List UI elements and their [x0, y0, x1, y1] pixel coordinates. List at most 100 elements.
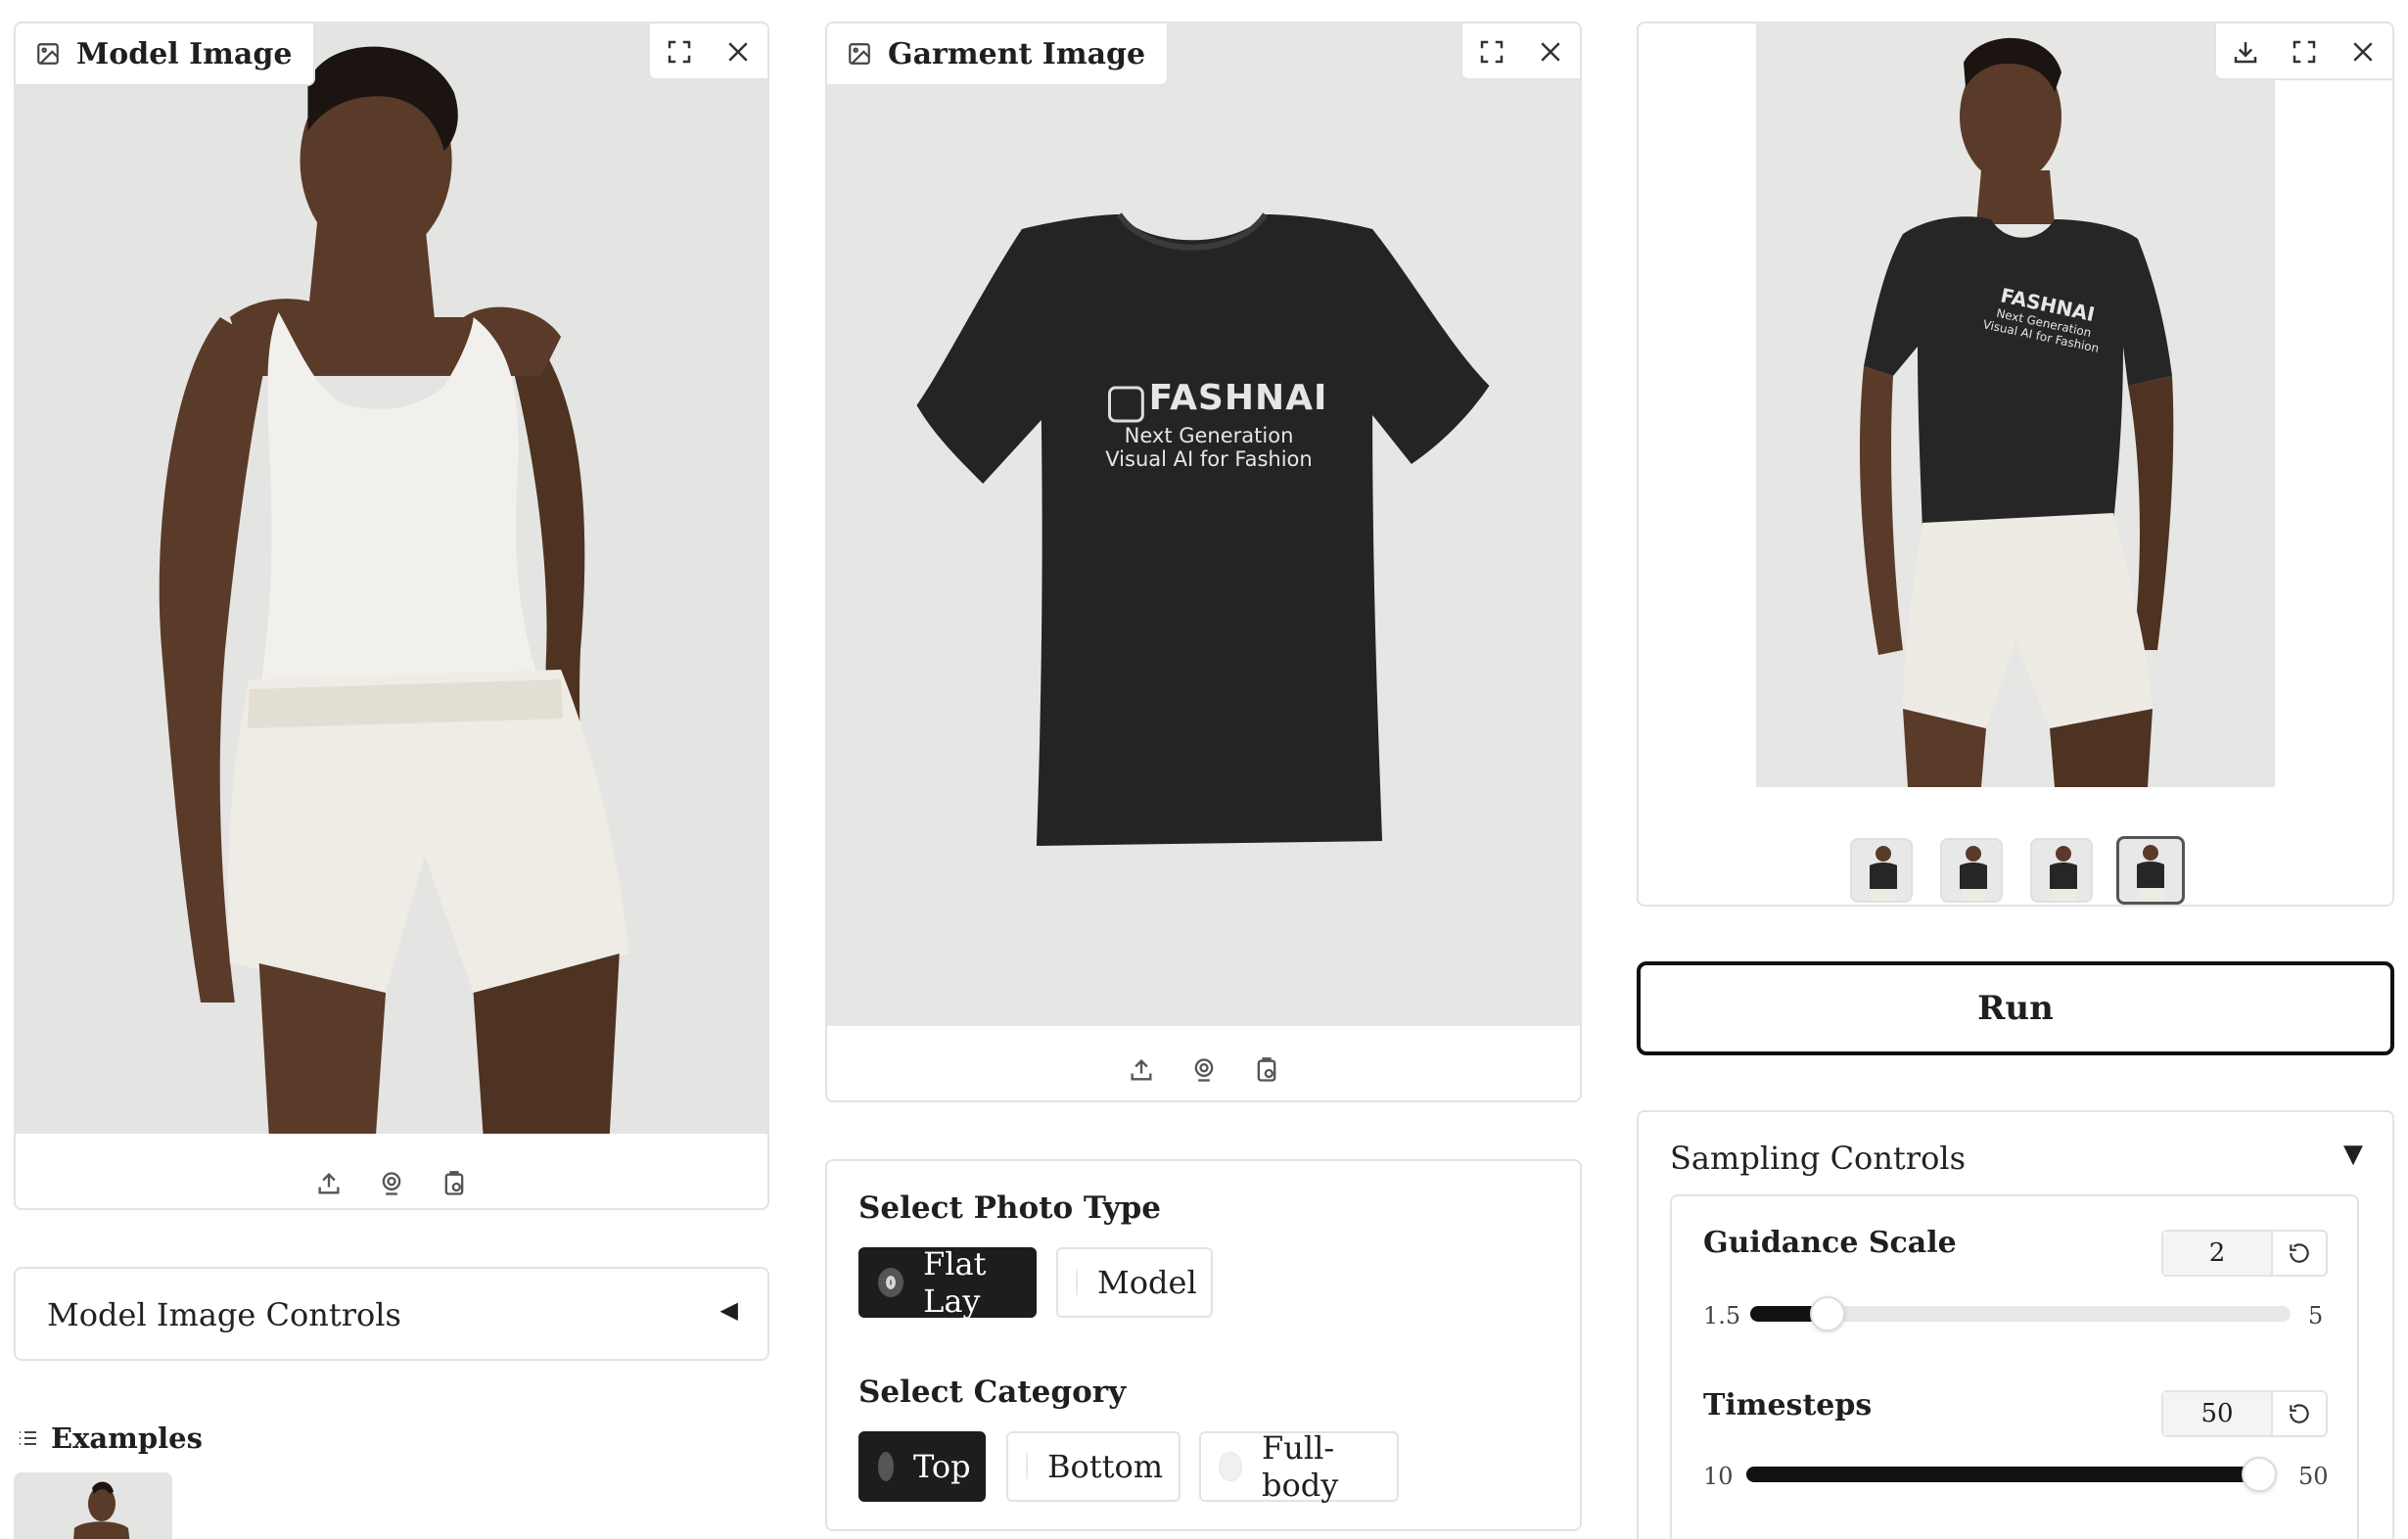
run-button-label: Run [1977, 989, 2054, 1028]
examples-header: Examples [16, 1422, 203, 1455]
model-image-source-bar [16, 1169, 767, 1198]
output-photo [1756, 23, 2275, 787]
shirt-line-1: Next Generation [1124, 424, 1294, 447]
reset-icon [2290, 1243, 2309, 1263]
garment-image-preview[interactable]: FASHNAI Next Generation Visual AI for Fa… [827, 23, 1580, 1026]
fullscreen-icon [668, 40, 691, 64]
fullscreen-icon [2292, 40, 2316, 64]
output-thumbnail[interactable] [1850, 838, 1913, 903]
shirt-brand: FASHNAI [1148, 378, 1328, 418]
clear-image-button[interactable] [1521, 23, 1580, 80]
category-top-label: Top [913, 1448, 971, 1485]
model-image-actions [648, 23, 767, 80]
webcam-icon [382, 1172, 401, 1195]
photo-type-flat-lay-label: Flat Lay [923, 1245, 987, 1320]
fullscreen-button[interactable] [2275, 23, 2334, 80]
category-full-body[interactable]: Full-body [1199, 1429, 1399, 1504]
model-image-preview[interactable] [16, 23, 767, 1134]
radio-dot [1026, 1452, 1028, 1481]
category-full-body-label: Full-body [1262, 1429, 1339, 1504]
output-thumbnail-selected[interactable] [2116, 836, 2185, 905]
close-icon [1541, 42, 1560, 62]
guidance-scale-slider[interactable] [1750, 1296, 2291, 1331]
guidance-min-label: 1.5 [1703, 1302, 1741, 1329]
guidance-scale-label: Guidance Scale [1703, 1226, 1957, 1260]
radio-dot [1076, 1268, 1078, 1297]
shirt-print: FASHNAI Next Generation Visual AI for Fa… [1062, 378, 1356, 471]
garment-image-actions [1460, 23, 1580, 80]
thumbnail-photo [1960, 846, 1987, 901]
clear-image-button[interactable] [709, 23, 767, 80]
output-image-preview[interactable]: FASHNAI Next Generation Visual AI for Fa… [1756, 23, 2275, 787]
upload-icon [1131, 1059, 1151, 1081]
slider-handle[interactable] [2242, 1457, 2277, 1492]
guidance-scale-input[interactable]: 2 [2161, 1230, 2328, 1277]
fullscreen-button[interactable] [1462, 23, 1521, 80]
model-image-panel: Model Image [14, 22, 769, 1210]
timesteps-label: Timesteps [1703, 1388, 1873, 1422]
garment-image-label: Garment Image [827, 23, 1170, 86]
thumbnail-photo [2137, 845, 2164, 902]
garment-image-title: Garment Image [888, 36, 1146, 71]
model-image-controls-accordion[interactable]: Model Image Controls ◀ [14, 1267, 769, 1361]
output-thumbnail[interactable] [1940, 838, 2003, 903]
guidance-max-label: 5 [2308, 1302, 2324, 1329]
model-image-controls-title: Model Image Controls [47, 1296, 401, 1333]
close-button[interactable] [2334, 23, 2392, 80]
webcam-icon [1194, 1058, 1213, 1082]
guidance-scale-value[interactable]: 2 [2163, 1232, 2273, 1275]
clipboard-button[interactable] [440, 1169, 469, 1198]
radio-dot [1219, 1452, 1243, 1481]
output-thumbnail[interactable] [2030, 838, 2093, 903]
webcam-button[interactable] [377, 1169, 406, 1198]
timesteps-input[interactable]: 50 [2161, 1390, 2328, 1437]
examples-title: Examples [51, 1422, 203, 1455]
download-button[interactable] [2216, 23, 2275, 80]
model-photo [16, 23, 767, 1134]
garment-image-panel: Garment Image FASHNAI Next Generation Vi… [825, 22, 1582, 1102]
close-icon [728, 42, 748, 62]
photo-type-flat-lay[interactable]: Flat Lay [858, 1245, 1037, 1320]
fullscreen-icon [1480, 40, 1504, 64]
category-title: Select Category [858, 1375, 1127, 1410]
category-top[interactable]: Top [858, 1431, 986, 1502]
category-bottom-label: Bottom [1047, 1448, 1164, 1485]
radio-dot [878, 1452, 894, 1481]
category-bottom[interactable]: Bottom [1006, 1431, 1181, 1502]
reset-button[interactable] [2273, 1232, 2326, 1275]
shirt-line-2: Visual AI for Fashion [1105, 447, 1313, 471]
download-icon [2234, 42, 2257, 64]
clipboard-button[interactable] [1252, 1055, 1281, 1085]
thumbnail-photo [1870, 846, 1897, 901]
sampling-inner-panel: Guidance Scale 2 1.5 5 Timesteps 50 10 5… [1670, 1194, 2359, 1539]
reset-button[interactable] [2273, 1392, 2326, 1435]
expand-arrow-icon[interactable]: ▼ [2343, 1140, 2363, 1169]
garment-photo [827, 23, 1580, 1026]
timesteps-min-label: 10 [1703, 1463, 1734, 1490]
slider-fill [1746, 1467, 2259, 1482]
example-photo [73, 1481, 130, 1539]
run-button[interactable]: Run [1637, 961, 2394, 1055]
image-icon [849, 43, 870, 65]
sampling-controls-title[interactable]: Sampling Controls [1670, 1140, 1966, 1177]
close-icon [2353, 42, 2373, 62]
upload-button[interactable] [314, 1169, 344, 1198]
webcam-button[interactable] [1189, 1055, 1219, 1085]
upload-button[interactable] [1127, 1055, 1156, 1085]
output-image-actions [2214, 23, 2392, 80]
clipboard-icon [1257, 1057, 1275, 1082]
model-image-title: Model Image [76, 36, 293, 71]
radio-dot [878, 1268, 904, 1297]
timesteps-slider[interactable] [1746, 1457, 2277, 1492]
thumbnail-photo [2050, 846, 2077, 901]
output-image-panel: FASHNAI Next Generation Visual AI for Fa… [1637, 22, 2394, 907]
garment-options-panel: Select Photo Type Flat Lay Model Select … [825, 1159, 1582, 1531]
image-icon [37, 43, 59, 65]
timesteps-max-label: 50 [2298, 1463, 2329, 1490]
timesteps-value[interactable]: 50 [2163, 1392, 2273, 1435]
example-thumbnail[interactable] [14, 1472, 172, 1539]
collapse-arrow-icon: ◀ [719, 1296, 738, 1324]
slider-handle[interactable] [1809, 1296, 1845, 1331]
photo-type-model[interactable]: Model [1056, 1247, 1213, 1318]
fullscreen-button[interactable] [650, 23, 709, 80]
